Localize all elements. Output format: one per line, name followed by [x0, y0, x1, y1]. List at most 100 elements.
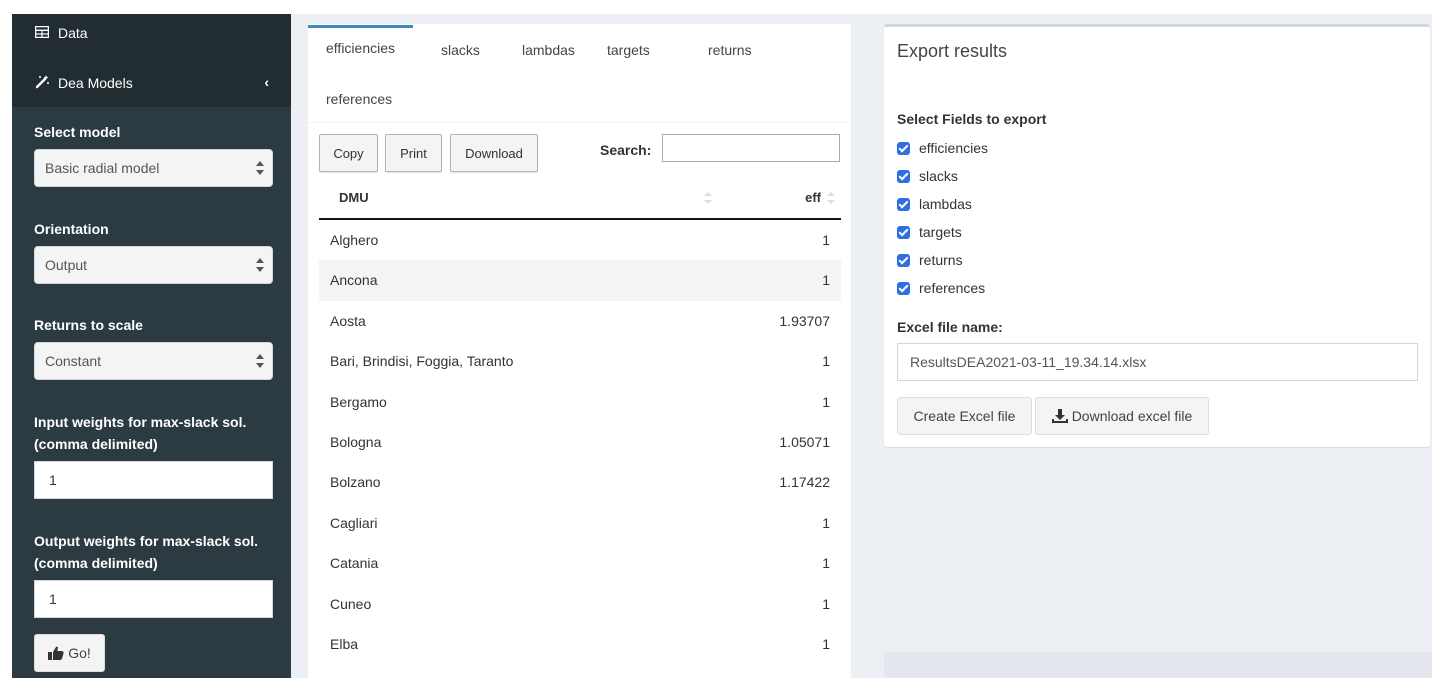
- footer-shade: [884, 652, 1432, 678]
- download-icon: [1051, 409, 1068, 423]
- cell-dmu: Alghero: [330, 232, 379, 248]
- export-title: Export results: [897, 41, 1008, 61]
- select-model-label: Select model: [34, 124, 121, 140]
- cell-eff: 1: [822, 353, 830, 370]
- output-weights-field[interactable]: 1: [34, 580, 273, 618]
- select-arrows-icon: [256, 161, 264, 175]
- select-model-dropdown[interactable]: Basic radial model: [34, 149, 273, 187]
- sidebar-item-label: Dea Models: [58, 75, 133, 91]
- checkbox-label: slacks: [919, 168, 958, 184]
- cell-eff: 1: [822, 272, 830, 289]
- create-excel-button-label: Create Excel file: [913, 408, 1016, 424]
- checkbox-checked-icon[interactable]: [897, 253, 910, 267]
- cell-dmu: Ancona: [330, 272, 378, 289]
- checkbox-checked-icon[interactable]: [897, 169, 910, 183]
- print-button-label: Print: [400, 145, 427, 161]
- input-weights-label-line2: (comma delimited): [34, 436, 158, 452]
- checkbox-checked-icon[interactable]: [897, 197, 910, 211]
- cell-eff: 1: [822, 595, 830, 612]
- checkbox-checked-icon[interactable]: [897, 141, 910, 155]
- tab-label: returns: [708, 42, 752, 58]
- chevron-left-icon[interactable]: ‹: [264, 74, 269, 90]
- cell-dmu: Elba: [330, 635, 359, 652]
- checkbox-label: targets: [919, 224, 962, 240]
- copy-button-label: Copy: [333, 145, 364, 161]
- tab-references[interactable]: references: [308, 76, 410, 122]
- cell-dmu: Cagliari: [330, 514, 378, 531]
- sidebar: Data Dea Models ‹ Select model Basic rad…: [12, 14, 291, 678]
- cell-dmu: Bolzano: [330, 474, 381, 491]
- cell-dmu: Bergamo: [330, 393, 387, 410]
- excel-file-name-input[interactable]: ResultsDEA2021-03-11_19.34.14.xlsx: [897, 343, 1418, 381]
- tab-label: references: [326, 91, 393, 107]
- tabs-divider: [308, 122, 851, 123]
- export-panel: Export results Select Fields to export e…: [884, 24, 1430, 447]
- excel-file-name-label: Excel file name:: [897, 319, 1003, 335]
- cell-dmu: Cuneo: [330, 595, 372, 612]
- table-row: Ancona 1: [319, 260, 841, 301]
- print-button[interactable]: Print: [385, 134, 442, 172]
- orientation-dropdown[interactable]: Output: [34, 246, 273, 284]
- field-checkbox-targets[interactable]: targets: [897, 222, 962, 242]
- download-excel-button[interactable]: Download excel file: [1035, 397, 1209, 435]
- download-excel-button-label: Download excel file: [1071, 408, 1193, 424]
- go-button-label: Go!: [68, 645, 91, 661]
- search-input[interactable]: [662, 134, 840, 162]
- tab-returns[interactable]: returns: [690, 27, 770, 73]
- field-checkbox-slacks[interactable]: slacks: [897, 166, 958, 186]
- tab-lambdas[interactable]: lambdas: [504, 27, 593, 73]
- input-weights-field[interactable]: 1: [34, 461, 273, 499]
- app-window: Data Dea Models ‹ Select model Basic rad…: [12, 14, 1432, 678]
- table-row: Cagliari 1: [319, 503, 841, 543]
- sort-icon[interactable]: [827, 191, 835, 205]
- field-checkbox-references[interactable]: references: [897, 278, 985, 298]
- checkbox-label: efficiencies: [919, 140, 989, 156]
- create-excel-button[interactable]: Create Excel file: [897, 397, 1032, 435]
- field-checkbox-efficiencies[interactable]: efficiencies: [897, 138, 988, 158]
- returns-to-scale-dropdown[interactable]: Constant: [34, 342, 273, 380]
- input-weights-label-line1: Input weights for max-slack sol.: [34, 414, 247, 430]
- returns-to-scale-value: Constant: [45, 353, 102, 369]
- search-label: Search:: [600, 142, 652, 158]
- tab-label: efficiencies: [326, 40, 396, 56]
- table-row: Cuneo 1: [319, 584, 841, 624]
- cell-dmu: Bologna: [330, 433, 382, 450]
- table-row: Bolzano 1.17422: [319, 462, 841, 502]
- tab-slacks[interactable]: slacks: [423, 27, 498, 73]
- checkbox-label: references: [919, 280, 986, 296]
- cell-eff: 1.17422: [779, 474, 830, 491]
- cell-eff: 1: [822, 514, 830, 531]
- column-header-dmu[interactable]: DMU: [339, 178, 369, 218]
- download-button[interactable]: Download: [450, 134, 538, 172]
- tab-efficiencies[interactable]: efficiencies: [308, 25, 414, 71]
- field-checkbox-lambdas[interactable]: lambdas: [897, 194, 972, 214]
- excel-file-name-value: ResultsDEA2021-03-11_19.34.14.xlsx: [910, 354, 1147, 370]
- sort-icon[interactable]: [704, 191, 712, 205]
- cell-dmu: Catania: [330, 555, 379, 572]
- select-model-value: Basic radial model: [45, 160, 160, 176]
- checkbox-checked-icon[interactable]: [897, 281, 910, 295]
- output-weights-label-line2: (comma delimited): [34, 555, 158, 571]
- column-header-eff[interactable]: eff: [805, 178, 821, 218]
- table-row: Aosta 1.93707: [319, 301, 841, 341]
- download-button-label: Download: [465, 145, 523, 161]
- copy-button[interactable]: Copy: [319, 134, 378, 172]
- results-table: DMU eff Alghero 1 Ancona 1 Aosta 1.93707 Ba…: [319, 178, 841, 664]
- table-row: Bari, Brindisi, Foggia, Taranto 1: [319, 341, 841, 381]
- table-row: Bergamo 1: [319, 382, 841, 422]
- tab-label: lambdas: [522, 42, 575, 58]
- magic-wand-icon: [32, 74, 52, 92]
- tab-label: targets: [607, 42, 650, 58]
- sidebar-item-data[interactable]: Data: [12, 14, 291, 56]
- sidebar-item-dea-models[interactable]: Dea Models ‹: [12, 60, 291, 106]
- checkbox-checked-icon[interactable]: [897, 225, 910, 239]
- cell-eff: 1.93707: [779, 312, 830, 329]
- select-arrows-icon: [256, 258, 264, 272]
- results-panel: efficiencies slacks lambdas targets retu…: [308, 24, 851, 678]
- tab-targets[interactable]: targets: [589, 27, 668, 73]
- table-header: DMU eff: [319, 178, 841, 220]
- field-checkbox-returns[interactable]: returns: [897, 250, 963, 270]
- go-button[interactable]: Go!: [34, 634, 105, 672]
- table-row: Alghero 1: [319, 220, 841, 260]
- orientation-label: Orientation: [34, 221, 109, 237]
